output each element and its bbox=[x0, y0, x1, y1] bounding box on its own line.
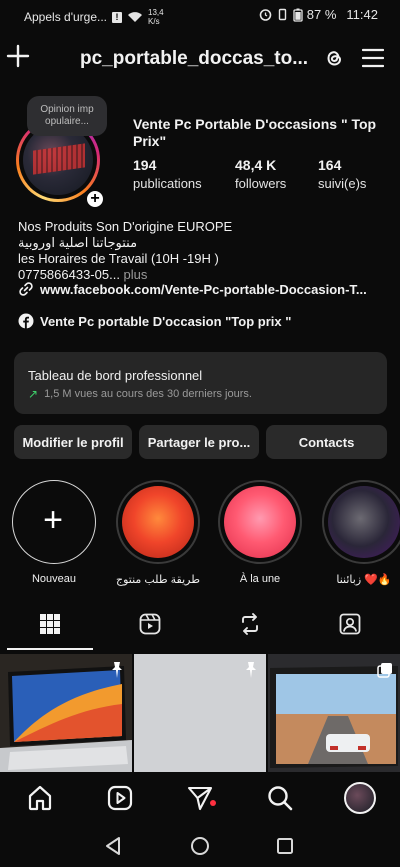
bio-line: Nos Produits Son D'origine EUROPE bbox=[18, 219, 233, 234]
notification-badge-icon: ! bbox=[112, 11, 123, 23]
stat-followers[interactable]: 48,4 K followers bbox=[235, 157, 318, 191]
create-plus-icon[interactable] bbox=[6, 44, 30, 68]
highlight-cover bbox=[224, 486, 296, 558]
threads-icon[interactable] bbox=[322, 46, 346, 70]
highlight-featured[interactable]: À la une bbox=[218, 480, 302, 585]
dashboard-subtitle: 1,5 M vues au cours des 30 derniers jour… bbox=[44, 388, 252, 400]
facebook-page-link[interactable]: Vente Pc portable D'occasion "Top prix " bbox=[18, 313, 291, 329]
status-bar: Appels d'urge... ! 13,4 K/s 87 % 11:42 bbox=[0, 0, 400, 30]
add-story-plus-icon[interactable]: + bbox=[84, 188, 106, 210]
new-message-dot bbox=[210, 800, 216, 806]
profile-note-bubble[interactable]: Opinion imp opulaire... bbox=[27, 96, 107, 136]
profile-content-tabs bbox=[0, 604, 400, 650]
battery-percent: 87 % bbox=[306, 7, 337, 22]
bio-more-link[interactable]: plus bbox=[120, 267, 148, 282]
bio-line-arabic: منتوجاتنا اصلية اوروبية bbox=[18, 235, 138, 250]
profile-username[interactable]: pc_portable_doccas_to... bbox=[80, 48, 308, 70]
pinned-post-icon bbox=[112, 662, 122, 678]
trend-up-arrow-icon: ↗ bbox=[28, 387, 39, 401]
system-navigation-bar bbox=[0, 826, 400, 867]
add-highlight-plus-icon: + bbox=[43, 501, 63, 539]
stat-following[interactable]: 164 suivi(e)s bbox=[318, 157, 366, 191]
bio-phone: 0775866433-05... bbox=[18, 267, 120, 282]
profile-full-name: Vente Pc Portable D'occasions " Top Prix… bbox=[133, 116, 377, 149]
dashboard-title: Tableau de bord professionnel bbox=[28, 368, 203, 383]
hamburger-menu-icon[interactable] bbox=[362, 48, 384, 68]
profile-stats: 194 publications 48,4 K followers 164 su… bbox=[133, 157, 366, 191]
post-thumbnail[interactable] bbox=[134, 654, 266, 772]
multiple-photos-icon bbox=[377, 663, 392, 678]
highlight-label: Nouveau bbox=[31, 573, 77, 585]
carrier-text: Appels d'urge... bbox=[24, 10, 108, 24]
share-profile-button[interactable]: Partager le pro... bbox=[139, 425, 259, 459]
professional-dashboard-card[interactable]: Tableau de bord professionnel ↗ 1,5 M vu… bbox=[14, 352, 387, 414]
bio-line: les Horaires de Travail (10H -19H ) bbox=[18, 251, 219, 266]
reels-nav-icon[interactable] bbox=[106, 784, 134, 812]
profile-top-bar: pc_portable_doccas_to... bbox=[0, 38, 400, 82]
direct-messages-icon[interactable] bbox=[186, 784, 214, 812]
clock: 11:42 bbox=[346, 7, 378, 22]
posts-grid bbox=[0, 654, 400, 772]
highlight-label: زبائننا ❤️🔥 bbox=[336, 574, 392, 586]
facebook-icon bbox=[18, 313, 34, 329]
tab-tagged[interactable] bbox=[307, 604, 393, 650]
network-speed: 13,4 K/s bbox=[148, 8, 164, 26]
grid-icon bbox=[40, 614, 60, 634]
profile-link-text: www.facebook.com/Vente-Pc-portable-Docca… bbox=[40, 281, 367, 297]
battery-icon bbox=[293, 8, 303, 22]
system-recents-icon[interactable] bbox=[276, 836, 294, 856]
tagged-user-icon bbox=[339, 613, 361, 635]
vibrate-icon bbox=[278, 8, 286, 21]
highlight-label: À la une bbox=[239, 573, 281, 585]
profile-nav-avatar[interactable] bbox=[344, 782, 376, 814]
highlight-label: طريقة طلب منتوج bbox=[116, 574, 200, 586]
highlight-order-method[interactable]: طريقة طلب منتوج bbox=[116, 480, 200, 586]
post-thumbnail[interactable] bbox=[0, 654, 132, 772]
profile-action-buttons: Modifier le profil Partager le pro... Co… bbox=[14, 425, 387, 459]
profile-bio: Nos Produits Son D'origine EUROPE منتوجا… bbox=[18, 219, 388, 283]
highlight-new[interactable]: + Nouveau bbox=[12, 480, 96, 585]
tab-reels[interactable] bbox=[107, 604, 193, 650]
facebook-page-text: Vente Pc portable D'occasion "Top prix " bbox=[40, 313, 292, 329]
story-highlights: + Nouveau طريقة طلب منتوج À la une زبائن… bbox=[0, 480, 400, 586]
tab-reposts[interactable] bbox=[207, 604, 293, 650]
edit-profile-button[interactable]: Modifier le profil bbox=[14, 425, 132, 459]
repost-icon bbox=[242, 613, 258, 635]
highlight-cover bbox=[328, 486, 400, 558]
pinned-post-icon bbox=[246, 662, 256, 678]
system-home-icon[interactable] bbox=[190, 836, 210, 856]
profile-link[interactable]: www.facebook.com/Vente-Pc-portable-Docca… bbox=[18, 281, 367, 297]
reels-icon bbox=[139, 613, 161, 635]
wifi-icon bbox=[128, 12, 143, 22]
post-thumbnail[interactable] bbox=[268, 654, 400, 772]
system-back-icon[interactable] bbox=[104, 836, 122, 856]
highlight-cover bbox=[122, 486, 194, 558]
stat-publications[interactable]: 194 publications bbox=[133, 157, 235, 191]
highlight-customers[interactable]: زبائننا ❤️🔥 bbox=[322, 480, 400, 586]
home-icon[interactable] bbox=[26, 784, 54, 812]
search-icon[interactable] bbox=[266, 784, 294, 812]
link-icon bbox=[19, 282, 33, 296]
alarm-icon bbox=[259, 9, 272, 21]
bottom-navigation bbox=[0, 772, 400, 824]
tab-posts-grid[interactable] bbox=[7, 604, 93, 650]
contacts-button[interactable]: Contacts bbox=[266, 425, 387, 459]
